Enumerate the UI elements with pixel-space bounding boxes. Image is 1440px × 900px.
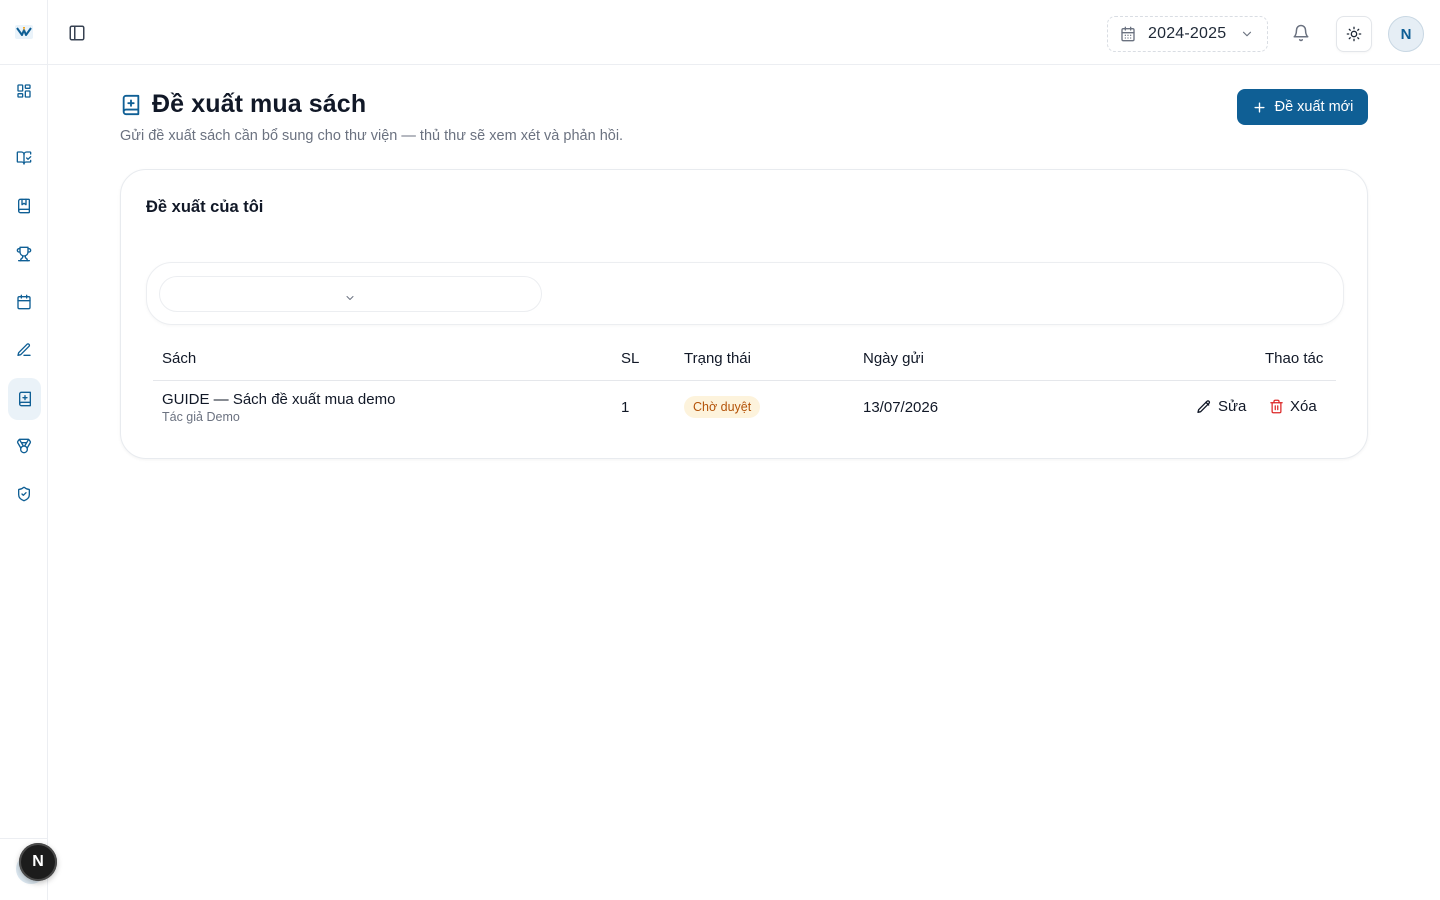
sidebar-item-book-requests[interactable] bbox=[8, 378, 41, 420]
panel-left-icon bbox=[69, 25, 85, 41]
shield-check-icon bbox=[18, 486, 30, 502]
column-header-quantity[interactable]: SL bbox=[621, 350, 639, 367]
sidebar-item-borrow[interactable] bbox=[8, 142, 40, 174]
status-filter-select[interactable] bbox=[159, 276, 542, 312]
sidebar-item-dashboard[interactable] bbox=[8, 75, 40, 107]
my-requests-card: Đề xuất của tôi Sách SL Trạng thái Ngày … bbox=[120, 169, 1368, 459]
sidebar-item-awards[interactable] bbox=[8, 430, 40, 462]
page-header: Đề xuất mua sách Gửi đề xuất sách cần bổ… bbox=[120, 90, 623, 144]
user-avatar[interactable]: N bbox=[1388, 16, 1424, 52]
book-icon bbox=[18, 198, 30, 214]
calendar-icon bbox=[1121, 26, 1135, 42]
book-plus-icon bbox=[122, 94, 140, 115]
sidebar-item-calendar[interactable] bbox=[8, 286, 40, 318]
school-year-select[interactable]: 2024-2025 bbox=[1107, 16, 1268, 52]
status-badge: Chờ duyệt bbox=[684, 396, 761, 418]
book-quantity: 1 bbox=[621, 399, 630, 416]
calendar-icon bbox=[17, 294, 31, 310]
column-header-actions: Thao tác bbox=[1265, 350, 1324, 367]
dashboard-icon bbox=[17, 84, 31, 98]
sidebar-item-books[interactable] bbox=[8, 190, 40, 222]
card-title: Đề xuất của tôi bbox=[146, 198, 264, 216]
delete-button[interactable]: Xóa bbox=[1269, 398, 1317, 415]
delete-label: Xóa bbox=[1290, 398, 1317, 415]
book-open-check-icon bbox=[16, 151, 32, 165]
filter-bar bbox=[146, 262, 1344, 325]
trophy-icon bbox=[16, 246, 32, 262]
floating-dev-button[interactable]: N bbox=[19, 843, 57, 881]
edit-button[interactable]: Sửa bbox=[1196, 398, 1246, 415]
chevron-down-icon bbox=[1243, 31, 1252, 37]
app-logo-icon[interactable] bbox=[14, 22, 34, 42]
table-header: Sách SL Trạng thái Ngày gửi Thao tác bbox=[153, 350, 1336, 381]
notifications-button[interactable] bbox=[1292, 24, 1312, 44]
column-header-date[interactable]: Ngày gửi bbox=[863, 350, 924, 367]
sidebar-item-write[interactable] bbox=[8, 334, 40, 366]
book-plus-icon bbox=[18, 391, 31, 407]
sidebar-bottom-divider bbox=[0, 838, 47, 839]
school-year-value: 2024-2025 bbox=[1148, 25, 1227, 42]
page-subtitle: Gửi đề xuất sách cần bổ sung cho thư việ… bbox=[120, 128, 624, 144]
medal-icon bbox=[16, 438, 32, 454]
pen-icon bbox=[17, 343, 31, 356]
table-row: GUIDE — Sách đề xuất mua demo Tác giả De… bbox=[153, 382, 1336, 432]
topbar: 2024-2025 N bbox=[48, 0, 1440, 65]
book-title: GUIDE — Sách đề xuất mua demo bbox=[162, 391, 396, 408]
new-request-button[interactable]: Đề xuất mới bbox=[1237, 89, 1368, 125]
chevron-down-icon bbox=[346, 296, 354, 300]
sun-icon bbox=[1346, 26, 1362, 42]
submitted-date: 13/07/2026 bbox=[863, 399, 939, 416]
theme-toggle-button[interactable] bbox=[1336, 16, 1372, 52]
sidebar-divider bbox=[0, 64, 47, 65]
user-initial: N bbox=[1400, 25, 1412, 43]
page-title: Đề xuất mua sách bbox=[152, 90, 367, 118]
column-header-book[interactable]: Sách bbox=[162, 350, 196, 367]
sidebar-item-leaderboard[interactable] bbox=[8, 238, 40, 270]
column-header-status[interactable]: Trạng thái bbox=[684, 350, 751, 367]
edit-label: Sửa bbox=[1218, 398, 1247, 415]
trash-icon bbox=[1270, 399, 1283, 414]
pencil-icon bbox=[1197, 399, 1211, 413]
book-author: Tác giả Demo bbox=[162, 410, 240, 424]
plus-icon bbox=[1254, 101, 1265, 113]
sidebar-toggle-button[interactable] bbox=[68, 24, 88, 44]
bell-icon bbox=[1293, 24, 1309, 42]
sidebar-item-admin[interactable] bbox=[8, 478, 40, 510]
floating-dev-initial: N bbox=[32, 853, 44, 870]
new-request-label: Đề xuất mới bbox=[1274, 99, 1354, 115]
sidebar bbox=[0, 0, 48, 900]
